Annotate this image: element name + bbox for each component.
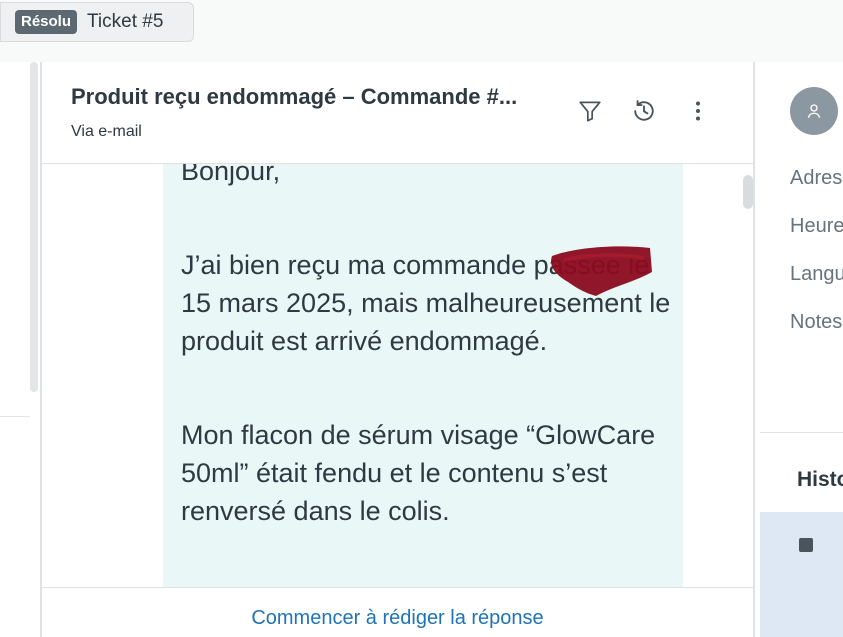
field-label-notes: Notes <box>790 311 843 333</box>
filter-icon[interactable] <box>575 96 605 126</box>
left-panel-divider <box>0 416 30 417</box>
user-icon <box>807 104 821 118</box>
customer-panel-divider <box>760 432 843 433</box>
conversation-header: Produit reçu endommagé – Commande #... V… <box>42 62 753 164</box>
field-label-address: Adres <box>790 167 843 189</box>
ticket-channel: Via e-mail <box>71 123 142 140</box>
message-paragraph: Mon flacon de sérum visage “GlowCare 50m… <box>181 420 656 526</box>
conversation-body: Bonjour, J’ai bien reçu ma commande pass… <box>42 164 753 587</box>
avatar[interactable] <box>790 87 838 135</box>
more-options-icon[interactable] <box>683 96 713 126</box>
reply-composer: Commencer à rédiger la réponse <box>42 587 753 637</box>
field-label-language: Langu <box>790 263 843 285</box>
history-item[interactable] <box>760 512 843 637</box>
message-greeting: Bonjour, <box>181 164 281 186</box>
conversation-panel: Produit reçu endommagé – Commande #... V… <box>40 62 755 637</box>
redaction-mark <box>551 246 652 296</box>
status-badge: Résolu <box>15 10 78 34</box>
customer-panel: Adres Heure Langu Notes Histo <box>755 62 843 637</box>
history-heading: Histo <box>797 468 843 491</box>
ticket-subject: Produit reçu endommagé – Commande #... <box>71 84 518 109</box>
customer-message: Bonjour, J’ai bien reçu ma commande pass… <box>163 164 683 587</box>
top-bar: Résolu Ticket #5 <box>0 0 843 62</box>
ticket-tab-label: Ticket #5 <box>87 11 164 32</box>
start-reply-button[interactable]: Commencer à rédiger la réponse <box>42 588 753 637</box>
ticket-tab[interactable]: Résolu Ticket #5 <box>0 2 194 42</box>
history-icon[interactable] <box>629 96 659 126</box>
history-item-bullet <box>799 538 813 552</box>
field-label-time: Heure <box>790 215 843 237</box>
conversation-scrollbar[interactable] <box>743 175 753 209</box>
left-panel-scrollbar[interactable] <box>30 62 38 392</box>
